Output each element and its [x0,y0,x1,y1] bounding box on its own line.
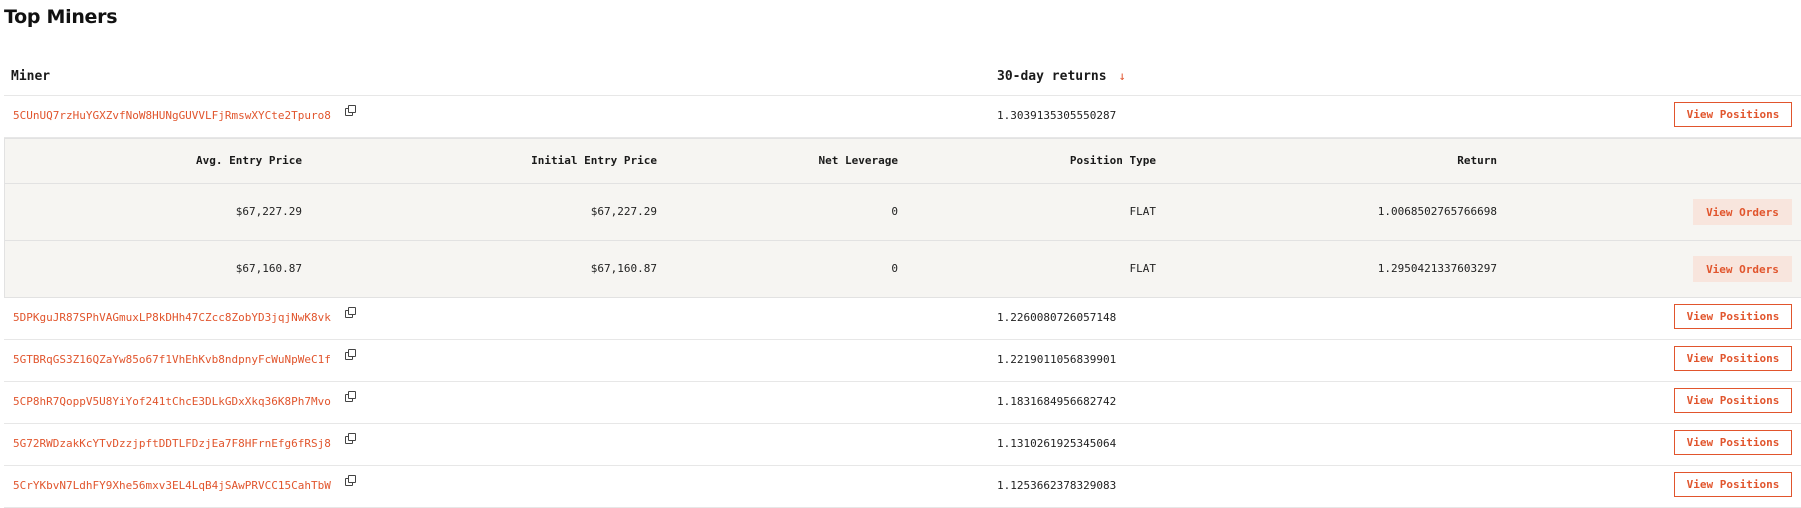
positions-header: Avg. Entry Price Initial Entry Price Net… [5,139,1801,184]
net-leverage-header: Net Leverage [818,154,898,167]
returns-column-header[interactable]: 30-day returns ↓ [997,69,1126,84]
return-header: Return [1457,154,1497,167]
avg-entry-price-header: Avg. Entry Price [196,154,302,167]
initial-entry-price: $67,227.29 [590,205,657,218]
miner-address-link[interactable]: 5G72RWDzakKcYTvDzzjpftDDTLFDzjEa7F8HFrnE… [13,437,331,450]
copy-icon[interactable] [345,433,356,444]
table-row: 5G72RWDzakKcYTvDzzjpftDDTLFDzjEa7F8HFrnE… [4,424,1801,466]
positions-subtable: Avg. Entry Price Initial Entry Price Net… [4,138,1801,298]
view-orders-button[interactable]: View Orders [1693,256,1792,282]
returns-column-label: 30-day returns [997,69,1107,84]
view-orders-button[interactable]: View Orders [1693,199,1792,225]
returns-value: 1.2260080726057148 [997,311,1117,324]
initial-entry-price-header: Initial Entry Price [531,154,657,167]
returns-value: 1.1253662378329083 [997,479,1117,492]
position-type: FLAT [1129,262,1157,275]
position-row: $67,160.87 $67,160.87 0 FLAT 1.295042133… [5,241,1801,297]
avg-entry-price: $67,160.87 [235,262,302,275]
view-positions-button[interactable]: View Positions [1674,102,1792,127]
table-row: 5CrYKbvN7LdhFY9Xhe56mxv3EL4LqB4jSAwPRVCC… [4,466,1801,508]
returns-value: 1.1310261925345064 [997,437,1117,450]
page-title: Top Miners [4,6,118,28]
miner-address-link[interactable]: 5GTBRqGS3Z16QZaYw85o67f1VhEhKvb8ndpnyFcW… [13,353,331,366]
net-leverage: 0 [891,262,898,275]
miners-table: Miner 30-day returns ↓ 5CUnUQ7rzHuYGXZvfN… [4,55,1801,508]
view-positions-button[interactable]: View Positions [1674,472,1792,497]
miner-column-header: Miner [11,69,51,84]
table-row: 5DPKguJR87SPhVAGmuxLP8kDHh47CZcc8ZobYD3j… [4,298,1801,340]
returns-value: 1.3039135305550287 [997,109,1117,122]
miner-address-link[interactable]: 5DPKguJR87SPhVAGmuxLP8kDHh47CZcc8ZobYD3j… [13,311,331,324]
copy-icon[interactable] [345,391,356,402]
initial-entry-price: $67,160.87 [590,262,657,275]
view-positions-button[interactable]: View Positions [1674,430,1792,455]
position-row: $67,227.29 $67,227.29 0 FLAT 1.006850276… [5,184,1801,241]
returns-value: 1.1831684956682742 [997,395,1117,408]
position-return: 1.2950421337603297 [1377,262,1497,275]
copy-icon[interactable] [345,349,356,360]
view-positions-button[interactable]: View Positions [1674,388,1792,413]
position-return: 1.0068502765766698 [1377,205,1497,218]
copy-icon[interactable] [345,307,356,318]
table-row: 5CUnUQ7rzHuYGXZvfNoW8HUNgGUVVLFjRmswXYCt… [4,96,1801,138]
avg-entry-price: $67,227.29 [235,205,302,218]
returns-value: 1.2219011056839901 [997,353,1117,366]
position-type-header: Position Type [1069,154,1156,167]
table-row: 5GTBRqGS3Z16QZaYw85o67f1VhEhKvb8ndpnyFcW… [4,340,1801,382]
sort-arrow-down-icon[interactable]: ↓ [1119,69,1126,83]
copy-icon[interactable] [345,105,356,116]
table-row: 5CP8hR7QoppV5U8YiYof241tChcE3DLkGDxXkq36… [4,382,1801,424]
miner-address-link[interactable]: 5CUnUQ7rzHuYGXZvfNoW8HUNgGUVVLFjRmswXYCt… [13,109,331,122]
table-header: Miner 30-day returns ↓ [4,55,1801,96]
view-positions-button[interactable]: View Positions [1674,304,1792,329]
miner-address-link[interactable]: 5CP8hR7QoppV5U8YiYof241tChcE3DLkGDxXkq36… [13,395,331,408]
miner-address-link[interactable]: 5CrYKbvN7LdhFY9Xhe56mxv3EL4LqB4jSAwPRVCC… [13,479,331,492]
position-type: FLAT [1129,205,1157,218]
copy-icon[interactable] [345,475,356,486]
net-leverage: 0 [891,205,898,218]
view-positions-button[interactable]: View Positions [1674,346,1792,371]
